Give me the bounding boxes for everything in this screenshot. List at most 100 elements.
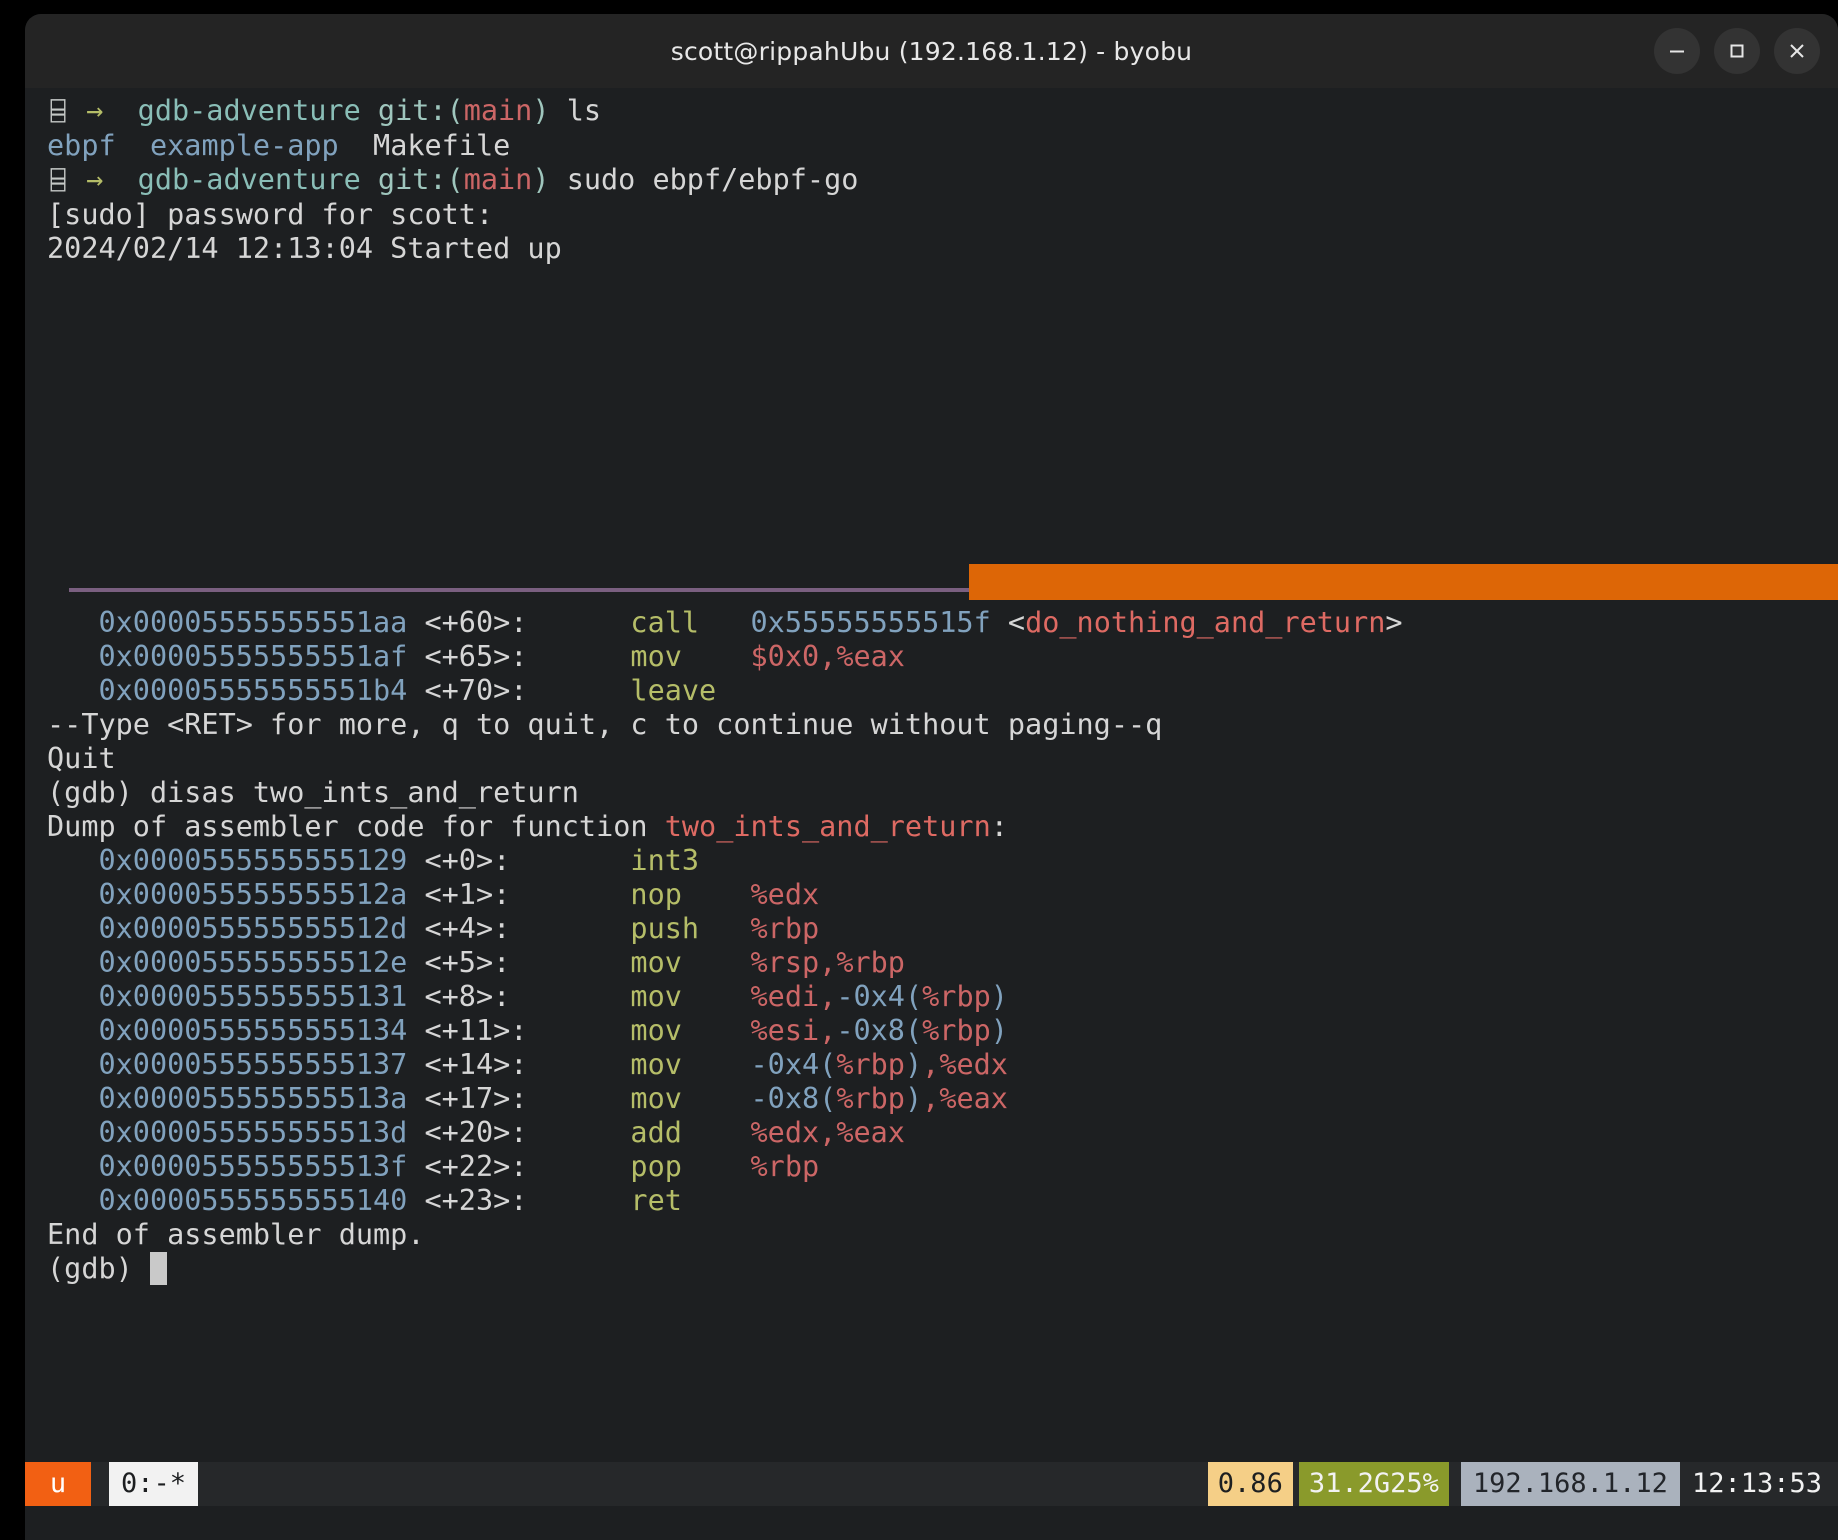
gdb-text: --Type <RET> for more, q to quit, c to c…: [47, 708, 1162, 741]
instruction-mnemonic: nop: [630, 878, 750, 911]
gap: [103, 163, 137, 196]
instruction-mnemonic: add: [630, 1116, 750, 1149]
instruction-operand: %edi: [751, 980, 820, 1013]
instruction-operand: %esi: [751, 1014, 820, 1047]
gdb-text-line: (gdb) disas two_ints_and_return: [47, 776, 1838, 810]
prompt-directory: gdb-adventure: [138, 163, 361, 196]
gap: [562, 1116, 631, 1149]
instruction-mnemonic: mov: [630, 1048, 750, 1081]
disassembly-row: 0x0000555555555131 <+8>: mov %edi,-0x4(%…: [47, 980, 1838, 1014]
gdb-text-line: Quit: [47, 742, 1838, 776]
maximize-icon: [1726, 40, 1748, 62]
blank-line: [47, 368, 1838, 402]
gap: [562, 640, 631, 673]
status-session-badge[interactable]: u: [25, 1462, 91, 1506]
status-load-average: 0.86: [1208, 1462, 1293, 1506]
instruction-address: 0x000055555555513d: [47, 1116, 407, 1149]
instruction-address: 0x000055555555513a: [47, 1082, 407, 1115]
terminal-body[interactable]: ⌸ → gdb-adventure git:(main) lsebpf exam…: [25, 88, 1838, 1540]
instruction-operand: %rbp: [751, 912, 820, 945]
gap: [69, 163, 86, 196]
blank-line: [47, 504, 1838, 538]
instruction-mnemonic: mov: [630, 946, 750, 979]
instruction-mnemonic: pop: [630, 1150, 750, 1183]
output-segment: example-app: [150, 129, 339, 162]
instruction-operand: $0x0: [751, 640, 820, 673]
instruction-mnemonic: push: [630, 912, 750, 945]
blank-line: [47, 266, 1838, 300]
output-segment: Makefile: [373, 129, 510, 162]
gdb-text: (gdb) disas two_ints_and_return: [47, 776, 579, 809]
instruction-operand: do_nothing_and_return: [1025, 606, 1385, 639]
disassembly-row: 0x00005555555551af <+65>: mov $0x0,%eax: [47, 640, 1838, 674]
disassembly-row: 0x00005555555551aa <+60>: call 0x5555555…: [47, 606, 1838, 640]
instruction-operand: ,: [922, 1048, 939, 1081]
blank-line: [47, 402, 1838, 436]
maximize-button[interactable]: [1714, 28, 1760, 74]
instruction-operand: ,: [819, 946, 836, 979]
status-clock: 12:13:53: [1680, 1462, 1838, 1506]
instruction-address: 0x0000555555555137: [47, 1048, 407, 1081]
instruction-operand: %rbp: [922, 980, 991, 1013]
status-ip-address: 192.168.1.12: [1461, 1462, 1680, 1506]
git-branch: main: [464, 163, 533, 196]
gdb-text: Quit: [47, 742, 116, 775]
blank-line: [47, 334, 1838, 368]
instruction-mnemonic: leave: [630, 674, 750, 707]
close-button[interactable]: [1774, 28, 1820, 74]
disassembly-row: 0x0000555555555134 <+11>: mov %esi,-0x8(…: [47, 1014, 1838, 1048]
instruction-address: 0x0000555555555140: [47, 1184, 407, 1217]
shell-command: sudo ebpf/ebpf-go: [567, 163, 859, 196]
instruction-operand: ,: [819, 640, 836, 673]
instruction-mnemonic: mov: [630, 1082, 750, 1115]
close-icon: [1786, 40, 1808, 62]
pane-divider-right-active: [969, 564, 1838, 600]
instruction-operand: ,: [819, 1116, 836, 1149]
instruction-operand: %rbp: [922, 1014, 991, 1047]
minimize-button[interactable]: [1654, 28, 1700, 74]
blank-space: [47, 266, 1838, 572]
gap: [562, 1014, 631, 1047]
shell-prompt-line: ⌸ → gdb-adventure git:(main) sudo ebpf/e…: [47, 163, 1838, 198]
prompt-arrow-icon: →: [86, 163, 103, 196]
gap: [361, 163, 378, 196]
output-segment: [sudo] password for scott:: [47, 198, 493, 231]
instruction-address: 0x000055555555512d: [47, 912, 407, 945]
gdb-text-line: End of assembler dump.: [47, 1218, 1838, 1252]
instruction-operand: %rbp: [751, 1150, 820, 1183]
instruction-operand: %edx: [751, 1116, 820, 1149]
git-prefix: git:(: [378, 94, 464, 127]
instruction-address: 0x000055555555512a: [47, 878, 407, 911]
instruction-operand: -0x4: [751, 1048, 820, 1081]
gap: [562, 980, 631, 1013]
output-segment: [339, 129, 373, 162]
output-segment: 2024/02/14 12:13:04 Started up: [47, 232, 562, 265]
disassembly-row: 0x000055555555512d <+4>: push %rbp: [47, 912, 1838, 946]
disassembly-row: 0x0000555555555129 <+0>: int3: [47, 844, 1838, 878]
instruction-offset: <+0>:: [407, 844, 561, 877]
instruction-address: 0x00005555555551af: [47, 640, 407, 673]
instruction-mnemonic: mov: [630, 980, 750, 1013]
instruction-offset: <+8>:: [407, 980, 561, 1013]
terminal-bottom-strip: [25, 1506, 1838, 1540]
instruction-operand: (: [905, 980, 922, 1013]
gap: [69, 94, 86, 127]
window-title: scott@rippahUbu (192.168.1.12) - byobu: [671, 37, 1192, 66]
shell-command: ls: [567, 94, 601, 127]
gdb-text-line: --Type <RET> for more, q to quit, c to c…: [47, 708, 1838, 742]
disassembly-row: 0x000055555555512e <+5>: mov %rsp,%rbp: [47, 946, 1838, 980]
instruction-offset: <+65>:: [407, 640, 561, 673]
text-cursor: [150, 1252, 167, 1285]
status-window-list[interactable]: 0:-*: [109, 1462, 198, 1506]
instruction-offset: <+5>:: [407, 946, 561, 979]
instruction-offset: <+60>:: [407, 606, 561, 639]
instruction-operand: (: [819, 1048, 836, 1081]
instruction-address: 0x00005555555551b4: [47, 674, 407, 707]
instruction-operand: ): [905, 1048, 922, 1081]
shell-scrollback: ⌸ → gdb-adventure git:(main) lsebpf exam…: [47, 94, 1838, 266]
instruction-operand: %rbp: [836, 1082, 905, 1115]
instruction-operand: (: [905, 1014, 922, 1047]
disassembly-row: 0x0000555555555137 <+14>: mov -0x4(%rbp)…: [47, 1048, 1838, 1082]
gap: [361, 94, 378, 127]
git-suffix: ): [532, 94, 549, 127]
